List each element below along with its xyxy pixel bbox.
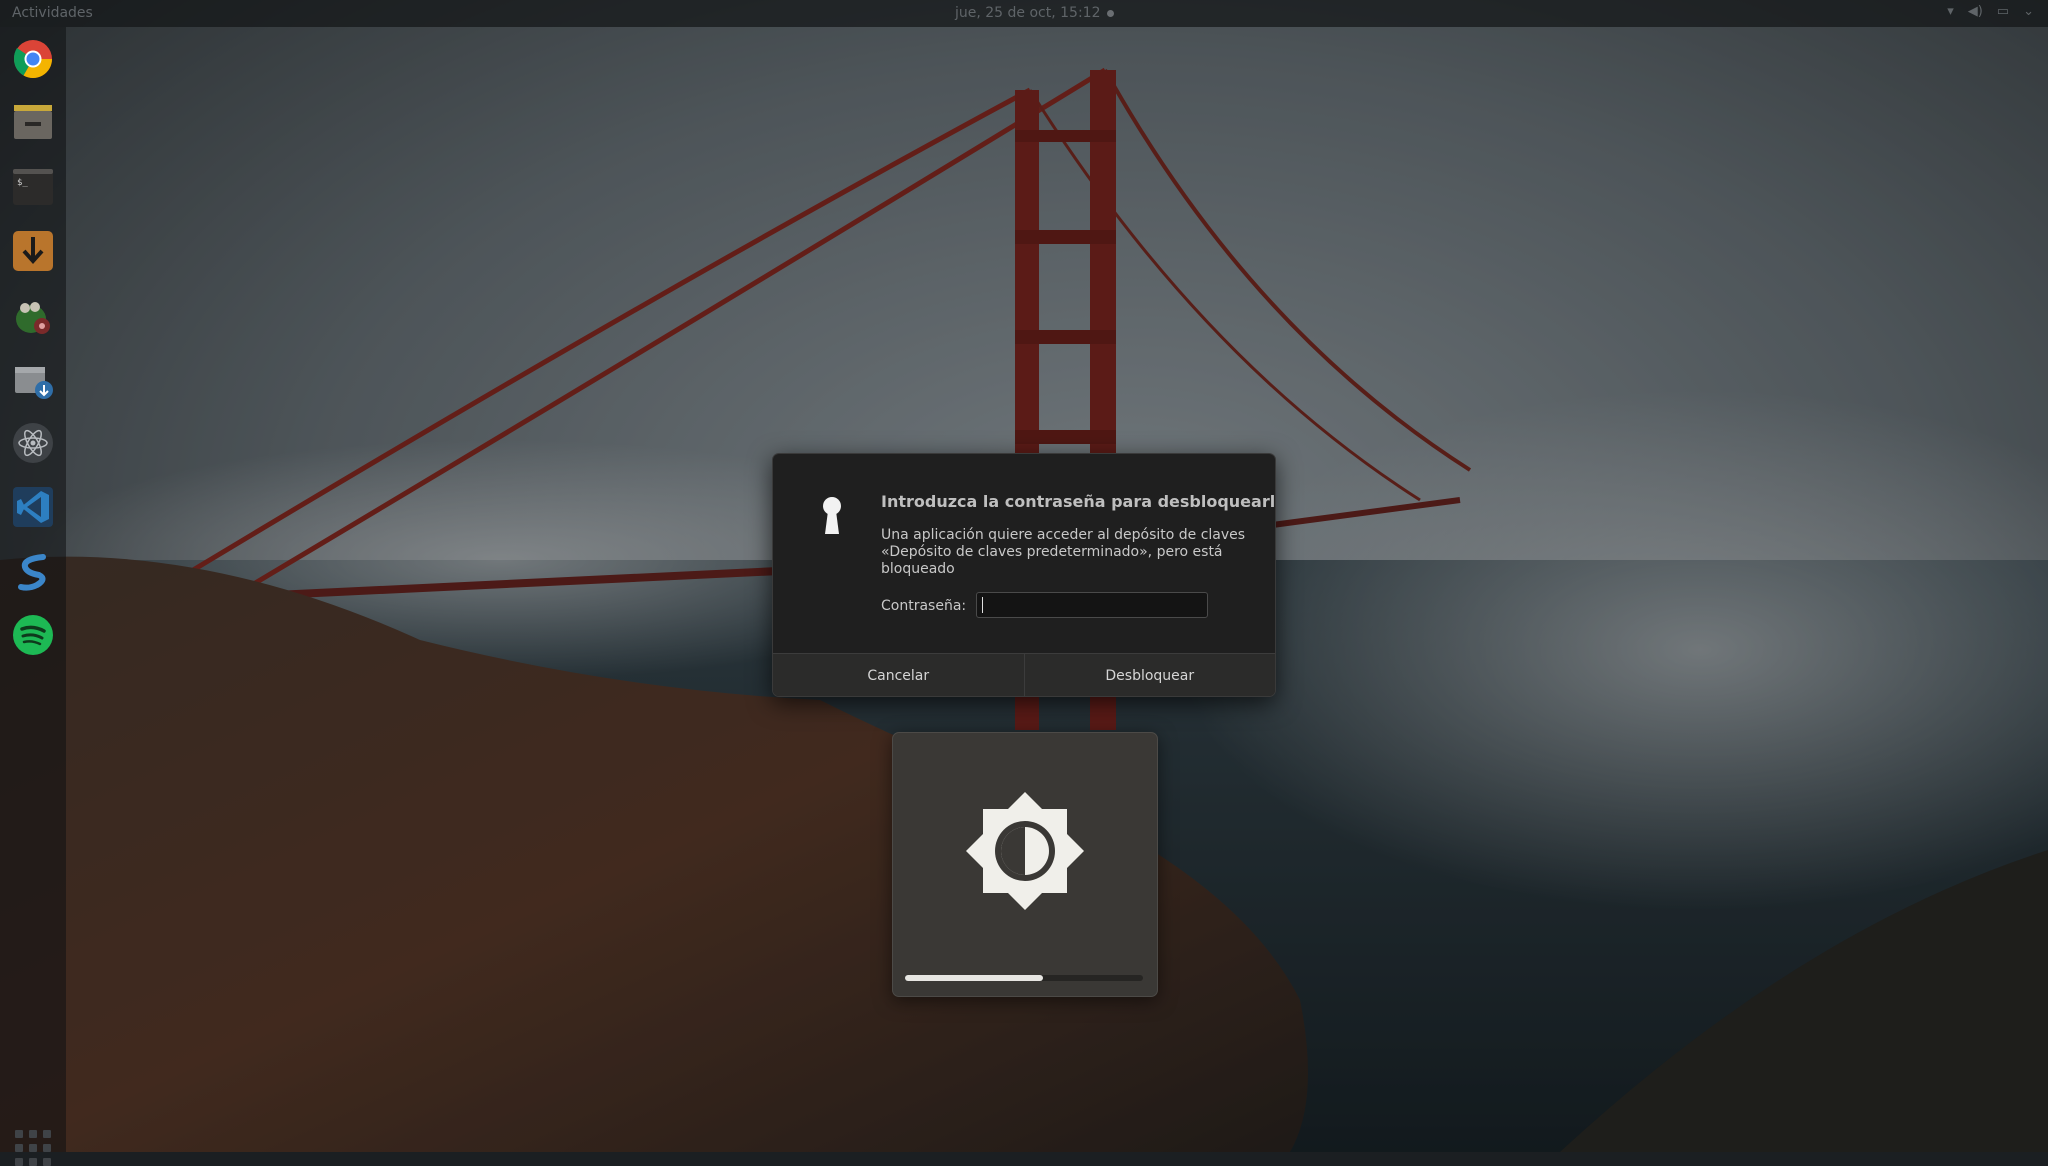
- unlock-keyring-dialog: Introduzca la contraseña para desbloquea…: [772, 453, 1276, 697]
- dock-item-files[interactable]: [11, 100, 55, 144]
- text-caret: [982, 597, 983, 613]
- battery-icon: ▭: [1996, 4, 2010, 19]
- spotify-icon: [13, 615, 53, 655]
- dock-item-atom[interactable]: [11, 421, 55, 465]
- dialog-button-bar: Cancelar Desbloquear: [773, 653, 1276, 696]
- s-logo-icon: [18, 554, 46, 591]
- package-update-icon: [15, 367, 53, 399]
- activities-button[interactable]: Actividades: [12, 5, 93, 21]
- svg-text:$_: $_: [17, 178, 28, 188]
- network-icon: ▾: [1947, 4, 1954, 19]
- top-bar: Actividades jue, 25 de oct, 15:12 ▾ ◀) ▭…: [0, 0, 2048, 27]
- brightness-icon: [966, 792, 1084, 910]
- dock-item-vscode[interactable]: [11, 485, 55, 529]
- atom-icon: [13, 423, 53, 463]
- chevron-down-icon: ⌄: [2023, 4, 2034, 19]
- files-icon: [14, 105, 52, 139]
- dock-item-scale[interactable]: [11, 549, 55, 593]
- dock-item-downloader[interactable]: [11, 229, 55, 273]
- notification-dot-icon: [1106, 9, 1114, 17]
- keyhole-icon: [823, 497, 841, 534]
- clock[interactable]: jue, 25 de oct, 15:12: [955, 5, 1114, 21]
- system-menu[interactable]: ▾ ◀) ▭ ⌄: [1947, 4, 2034, 19]
- clock-label: jue, 25 de oct, 15:12: [955, 5, 1101, 21]
- password-label: Contraseña:: [881, 598, 967, 614]
- dock-item-spotify[interactable]: [11, 613, 55, 657]
- brightness-osd: [892, 732, 1158, 997]
- password-input[interactable]: [976, 592, 1208, 618]
- show-applications-icon[interactable]: [15, 1130, 51, 1166]
- brightness-level-bar: [905, 975, 1143, 981]
- brightness-level-fill: [905, 975, 1044, 981]
- dock-item-gimp[interactable]: [11, 293, 55, 337]
- cancel-button[interactable]: Cancelar: [773, 654, 1024, 696]
- terminal-icon: $_: [13, 169, 53, 205]
- volume-icon: ◀): [1967, 4, 1983, 19]
- download-arrow-icon: [13, 231, 53, 271]
- dialog-message: Una aplicación quiere acceder al depósit…: [881, 527, 1246, 577]
- chrome-icon: [13, 40, 53, 79]
- unlock-button[interactable]: Desbloquear: [1023, 654, 1276, 696]
- dock-item-chrome[interactable]: [11, 37, 55, 81]
- vscode-icon: [13, 487, 53, 527]
- dialog-title: Introduzca la contraseña para desbloquea…: [881, 492, 1276, 511]
- dock-item-terminal[interactable]: $_: [11, 165, 55, 209]
- dock: $_: [0, 27, 66, 1166]
- gimp-icon: [16, 302, 50, 334]
- dock-item-software-updater[interactable]: [11, 357, 55, 401]
